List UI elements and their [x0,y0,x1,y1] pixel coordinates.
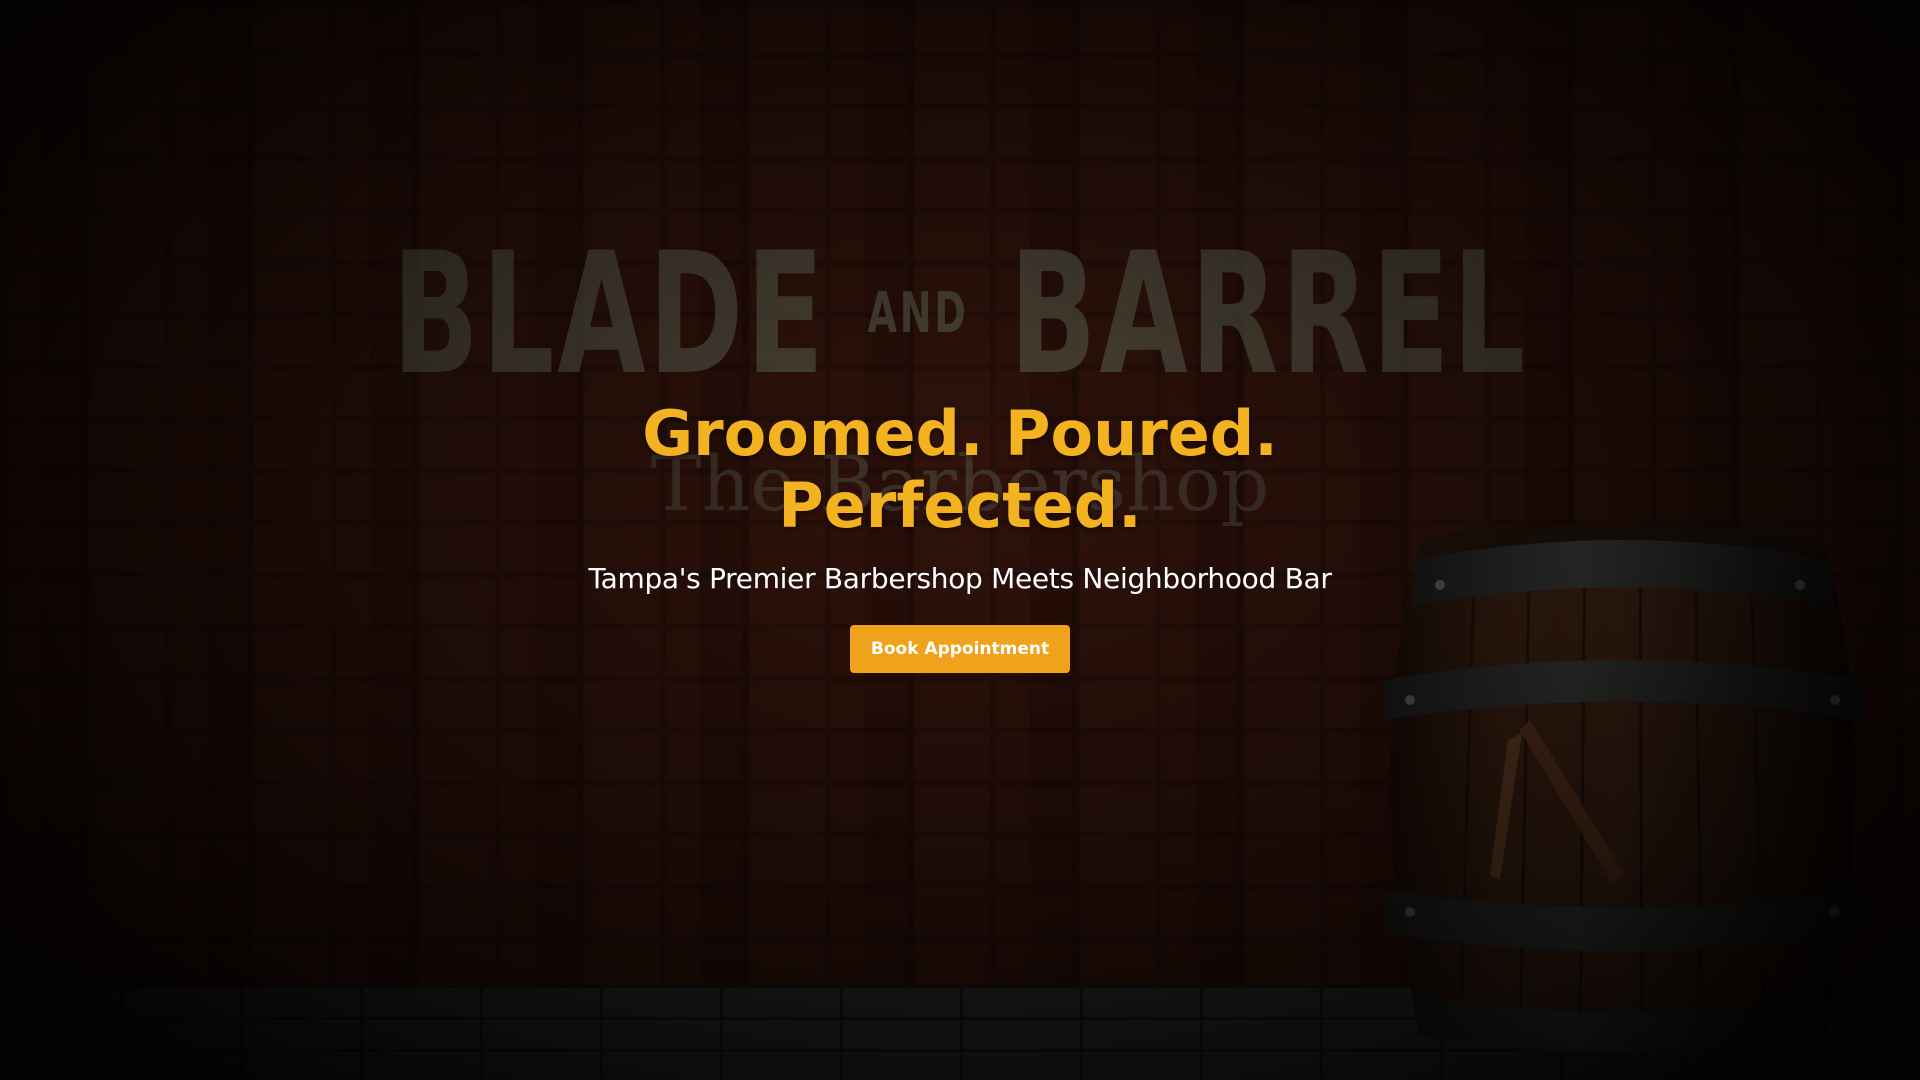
hero-content: Groomed. Poured. Perfected. Tampa's Prem… [0,398,1920,673]
hero-section: BLADEANDBARREL The Barbershop [0,0,1920,1080]
book-appointment-button[interactable]: Book Appointment [850,625,1070,673]
hero-headline: Groomed. Poured. Perfected. [642,397,1278,542]
hero-subheadline: Tampa's Premier Barbershop Meets Neighbo… [588,562,1332,595]
